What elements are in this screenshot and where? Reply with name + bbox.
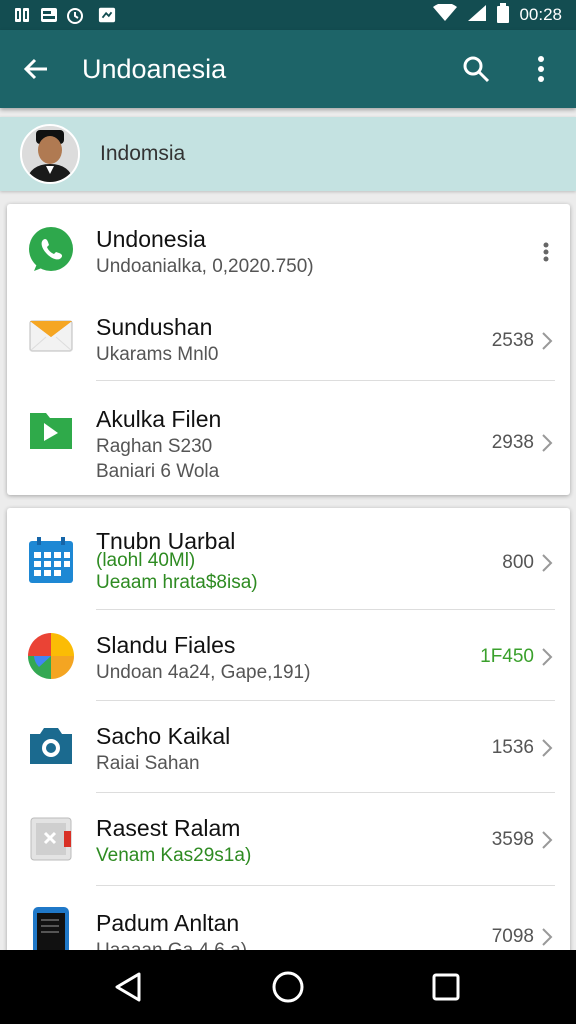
item-subtitle-2: Baniari 6 Wola xyxy=(96,461,220,482)
more-vert-icon xyxy=(538,56,544,82)
signal-icon xyxy=(467,4,487,27)
whatsapp-icon xyxy=(25,224,77,276)
document-icon xyxy=(25,813,77,865)
item-subtitle: Undoan 4a24, Gape,191) xyxy=(96,662,311,683)
triangle-back-icon xyxy=(115,972,141,1002)
system-nav-bar xyxy=(0,950,576,1024)
battery-icon xyxy=(497,2,510,28)
list-item[interactable]: Sundushan Ukarams Mnl0 2538 xyxy=(7,292,570,380)
item-more-button[interactable] xyxy=(536,240,556,264)
profile-header[interactable]: Indomsia xyxy=(0,117,576,191)
wifi-icon xyxy=(433,2,458,27)
divider xyxy=(96,380,555,381)
page-title: Undoanesia xyxy=(82,53,227,84)
more-vert-icon xyxy=(543,242,549,262)
folder-icon xyxy=(25,404,77,456)
mail-icon xyxy=(25,310,77,362)
item-subtitle: (laohl 40Ml) xyxy=(96,550,196,571)
item-subtitle-2: Ueaam hrata$8isa) xyxy=(96,572,258,593)
app-card-2: Tnubn Uarbal (laohl 40Ml) Ueaam hrata$8i… xyxy=(7,508,570,958)
item-value: 800 xyxy=(502,552,534,573)
item-subtitle: Ukarams Mnl0 xyxy=(96,344,219,365)
status-bar: 00:28 xyxy=(0,0,576,30)
photos-icon xyxy=(25,630,77,682)
circle-home-icon xyxy=(272,971,304,1003)
item-value: 3598 xyxy=(491,829,534,850)
chevron-right-icon xyxy=(542,648,553,666)
chevron-right-icon xyxy=(542,434,553,452)
alarm-icon xyxy=(66,6,84,24)
app-card-1: Undonesia Undoanialka, 0,2020.750) Sundu… xyxy=(7,204,570,495)
list-item[interactable]: Akulka Filen Raghan S230 Baniari 6 Wola … xyxy=(7,382,570,492)
list-item[interactable]: Padum Anltan Uaaaan Ga 4 6 a) 7098 xyxy=(7,886,570,958)
back-button[interactable] xyxy=(0,30,72,108)
arrow-back-icon xyxy=(23,58,47,80)
item-value: 1F450 xyxy=(480,646,534,667)
profile-name: Indomsia xyxy=(100,142,186,165)
item-value: 2938 xyxy=(491,432,534,453)
chevron-right-icon xyxy=(542,739,553,757)
item-title: Rasest Ralam xyxy=(96,815,241,841)
avatar xyxy=(20,124,80,184)
overflow-menu-button[interactable] xyxy=(518,47,564,91)
item-title: Slandu Fiales xyxy=(96,632,236,658)
search-button[interactable] xyxy=(452,47,500,91)
chevron-right-icon xyxy=(542,332,553,350)
list-item[interactable]: Undonesia Undoanialka, 0,2020.750) xyxy=(7,204,570,290)
nav-back-button[interactable] xyxy=(100,962,156,1012)
list-item[interactable]: Rasest Ralam Venam Kas29s1a) 3598 xyxy=(7,793,570,885)
item-subtitle: Undoanialka, 0,2020.750) xyxy=(96,256,314,277)
nav-recents-button[interactable] xyxy=(418,962,474,1012)
item-title: Sacho Kaikal xyxy=(96,723,231,749)
chevron-right-icon xyxy=(542,831,553,849)
list-item[interactable]: Tnubn Uarbal (laohl 40Ml) Ueaam hrata$8i… xyxy=(7,508,570,608)
item-subtitle: Raiai Sahan xyxy=(96,753,200,774)
chevron-right-icon xyxy=(542,928,553,946)
chevron-right-icon xyxy=(542,554,553,572)
camera-icon xyxy=(25,719,77,771)
list-item[interactable]: Sacho Kaikal Raiai Sahan 1536 xyxy=(7,701,570,791)
square-recents-icon xyxy=(432,973,460,1001)
item-subtitle: Venam Kas29s1a) xyxy=(96,845,252,866)
status-time: 00:28 xyxy=(519,5,562,24)
search-icon xyxy=(463,56,490,83)
item-title: Padum Anltan xyxy=(96,910,240,936)
calendar-icon xyxy=(25,534,77,586)
app-bar: Undoanesia xyxy=(0,30,576,108)
image-icon xyxy=(98,6,116,24)
item-value: 2538 xyxy=(491,330,534,351)
item-title: Undonesia xyxy=(96,226,206,252)
item-value: 7098 xyxy=(491,926,534,947)
item-title: Sundushan xyxy=(96,314,213,340)
item-title: Akulka Filen xyxy=(96,406,222,432)
item-value: 1536 xyxy=(491,737,534,758)
card-icon xyxy=(40,6,58,24)
nav-home-button[interactable] xyxy=(260,962,316,1012)
sim-icon xyxy=(14,6,32,24)
list-item[interactable]: Slandu Fiales Undoan 4a24, Gape,191) 1F4… xyxy=(7,610,570,700)
item-subtitle: Raghan S230 xyxy=(96,436,213,457)
